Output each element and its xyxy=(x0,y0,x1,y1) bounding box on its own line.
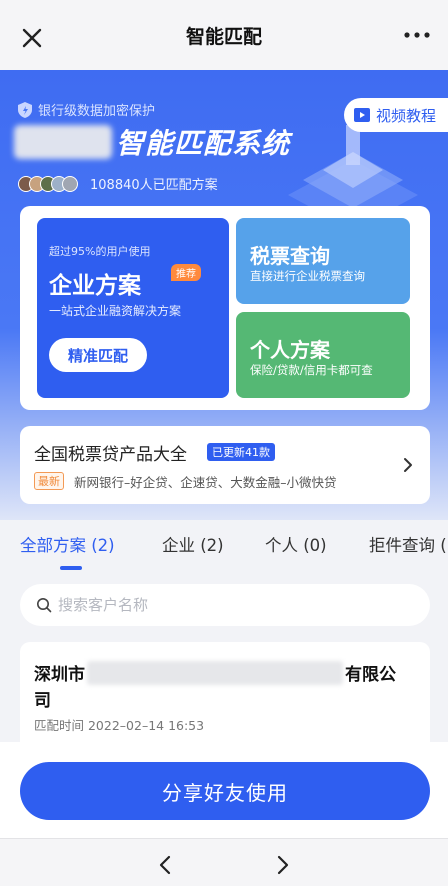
plan-selection-card: 超过95%的用户使用 企业方案 推荐 一站式企业融资解决方案 精准匹配 税票查询… xyxy=(20,206,430,410)
page-title: 智能匹配 xyxy=(185,25,262,48)
video-tutorial-button[interactable]: 视频教程 xyxy=(344,98,448,132)
brand-title: 智能匹配系统 xyxy=(116,127,291,160)
tax-query-card[interactable]: 税票查询 直接进行企业税票查询 xyxy=(236,218,410,304)
company-name-prefix: 深圳市 xyxy=(34,665,85,685)
redacted-brand-name xyxy=(14,125,112,159)
business-plan-desc: 一站式企业融资解决方案 xyxy=(49,304,182,318)
precise-match-button[interactable]: 精准匹配 xyxy=(49,338,147,372)
business-plan-name: 企业方案 xyxy=(49,273,141,299)
close-icon[interactable] xyxy=(18,24,46,52)
share-footer: 分享好友使用 xyxy=(0,742,448,838)
video-play-icon xyxy=(354,108,370,122)
update-badge: 已更新41款 xyxy=(207,443,275,461)
more-options-icon[interactable] xyxy=(404,30,430,40)
video-tutorial-label: 视频教程 xyxy=(376,106,437,125)
company-name-line: 深圳市 有限公 xyxy=(34,660,396,685)
new-tag: 最新 xyxy=(34,472,64,490)
security-text: 银行级数据加密保护 xyxy=(38,104,156,119)
matched-count-text: 108840人已匹配方案 xyxy=(90,178,218,193)
products-title: 全国税票贷产品大全 xyxy=(34,445,187,465)
back-arrow-icon[interactable] xyxy=(158,855,172,875)
business-plan-card[interactable]: 超过95%的用户使用 企业方案 推荐 一站式企业融资解决方案 精准匹配 xyxy=(37,218,229,398)
tab-business[interactable]: 企业 (2) xyxy=(162,532,224,556)
avatar xyxy=(62,175,78,192)
company-name-continued: 司 xyxy=(34,691,51,711)
filter-tabs: 全部方案 (2) 企业 (2) 个人 (0) 拒件查询 ( xyxy=(0,520,448,570)
matched-count: 108840人已匹配方案 xyxy=(18,174,218,193)
company-name-suffix: 有限公 xyxy=(345,665,396,685)
recommend-badge: 推荐 xyxy=(171,264,201,281)
brand-title-row: 智能匹配系统 xyxy=(14,122,290,162)
business-plan-subtitle: 超过95%的用户使用 xyxy=(49,245,151,258)
tax-query-name: 税票查询 xyxy=(250,244,330,268)
products-subtitle: 新网银行–好企贷、企速贷、大数金融–小微快贷 xyxy=(74,475,337,490)
tab-all-plans[interactable]: 全部方案 (2) xyxy=(20,532,115,556)
search-icon xyxy=(37,598,52,613)
share-with-friends-button[interactable]: 分享好友使用 xyxy=(20,762,430,820)
search-bar xyxy=(20,584,430,626)
personal-plan-desc: 保险/贷款/信用卡都可查 xyxy=(250,363,373,377)
chevron-right-icon xyxy=(404,458,412,472)
match-time: 匹配时间 2022–02–14 16:53 xyxy=(34,718,205,733)
personal-plan-name: 个人方案 xyxy=(250,338,330,362)
browser-bottom-bar xyxy=(0,838,448,886)
redacted-company-name xyxy=(87,660,343,685)
personal-plan-card[interactable]: 个人方案 保险/贷款/信用卡都可查 xyxy=(236,312,410,398)
tax-loan-products-card[interactable]: 全国税票贷产品大全 已更新41款 最新 新网银行–好企贷、企速贷、大数金融–小微… xyxy=(20,426,430,504)
security-notice: 银行级数据加密保护 xyxy=(18,100,155,119)
tax-query-desc: 直接进行企业税票查询 xyxy=(250,269,365,283)
top-navigation-bar: 智能匹配 xyxy=(0,0,448,70)
tab-personal[interactable]: 个人 (0) xyxy=(265,532,327,556)
forward-arrow-icon[interactable] xyxy=(276,855,290,875)
shield-icon xyxy=(18,101,32,118)
search-input[interactable] xyxy=(58,596,378,614)
tab-rejection-query[interactable]: 拒件查询 ( xyxy=(369,532,447,556)
avatar-stack xyxy=(18,175,78,192)
active-tab-indicator xyxy=(60,566,82,570)
